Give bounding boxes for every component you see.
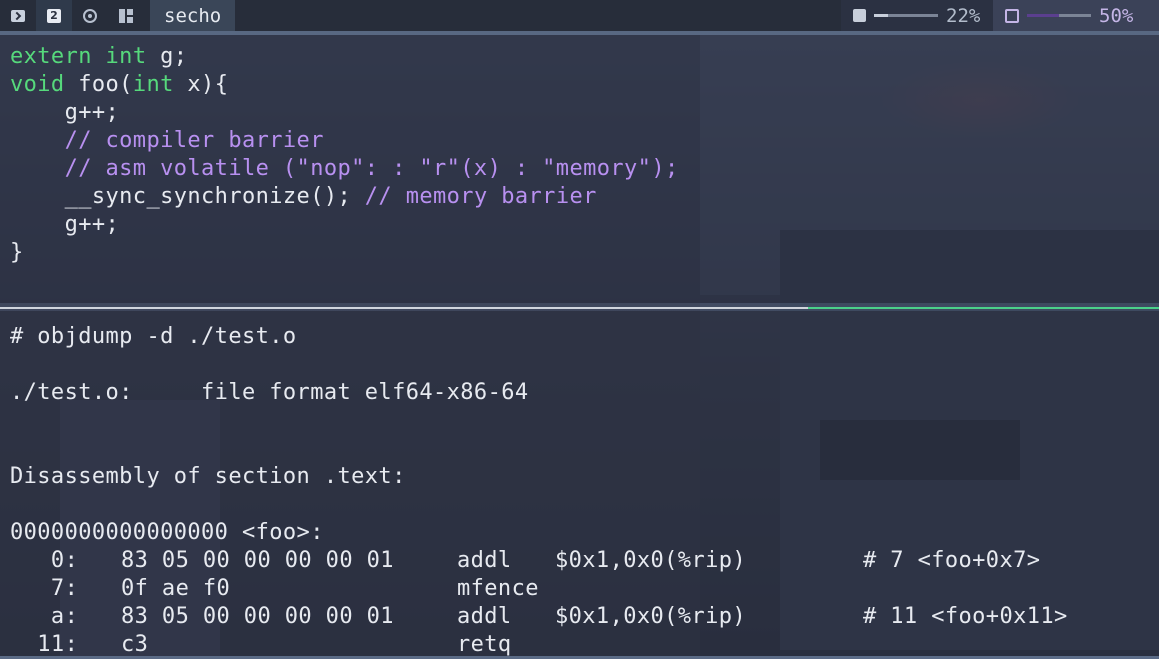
memory-bar-fill [874,14,889,17]
disasm-bytes: c3 [121,632,149,657]
disasm-row: 7: [10,576,79,601]
disasm-mnemonic: retq [457,632,512,657]
code-line-6: __sync_synchronize(); // memory barrier [10,184,597,209]
pane-separator[interactable] [0,307,808,309]
cpu-percent: 50% [1099,4,1134,27]
editor-pane[interactable]: extern int g; void foo(int x){ g++; // c… [0,35,1159,303]
memory-indicator: 22% [841,0,993,31]
workspace-2-icon: 2 [47,8,61,23]
cpu-indicator: 50% [993,0,1159,31]
window-title[interactable]: secho [150,0,236,31]
file-format-line: ./test.o: file format elf64-x86-64 [10,380,529,405]
disasm-row: a: [10,604,79,629]
terminal-pane[interactable]: # objdump -d ./test.o ./test.o: file for… [0,311,1159,657]
chrome-icon [83,8,97,23]
code-line-8: } [10,240,24,265]
terminal-icon [11,9,25,22]
status-bar: 2 secho 22% 50% [0,0,1159,31]
pane-separator-active[interactable] [808,307,1159,309]
workspace-terminal[interactable] [0,0,36,31]
code-line-4: // compiler barrier [10,128,324,153]
disasm-operands: $0x1,0x0(%rip) [555,548,747,573]
code-line-2: void foo(int x){ [10,72,229,97]
workspace-layout[interactable] [108,0,144,31]
memory-icon [853,9,866,22]
workspace-browser[interactable] [72,0,108,31]
disasm-bytes: 83 05 00 00 00 00 01 [121,604,394,629]
disasm-bytes: 83 05 00 00 00 00 01 [121,548,394,573]
code-line-3: g++; [10,100,120,125]
code-line-1: extern int g; [10,44,188,69]
disasm-row: 11: [10,632,79,657]
cpu-bar [1027,14,1091,17]
code-line-7: g++; [10,212,120,237]
workspace-2[interactable]: 2 [36,0,72,31]
section-line: Disassembly of section .text: [10,464,406,489]
disasm-mnemonic: mfence [457,576,539,601]
cpu-icon [1005,8,1019,23]
disasm-mnemonic: addl [457,548,512,573]
disasm-mnemonic: addl [457,604,512,629]
disasm-comment: # 7 <foo+0x7> [863,548,1041,573]
disasm-bytes: 0f ae f0 [121,576,231,601]
disasm-operands: $0x1,0x0(%rip) [555,604,747,629]
disasm-comment: # 11 <foo+0x11> [863,604,1068,629]
memory-bar [874,14,938,17]
command-line: # objdump -d ./test.o [10,324,297,349]
disasm-row: 0: [10,548,79,573]
code-line-5: // asm volatile ("nop": : "r"(x) : "memo… [10,156,679,181]
symbol-line: 0000000000000000 <foo>: [10,520,324,545]
layout-icon [119,8,133,23]
memory-percent: 22% [946,4,981,27]
cpu-bar-fill [1027,14,1059,17]
